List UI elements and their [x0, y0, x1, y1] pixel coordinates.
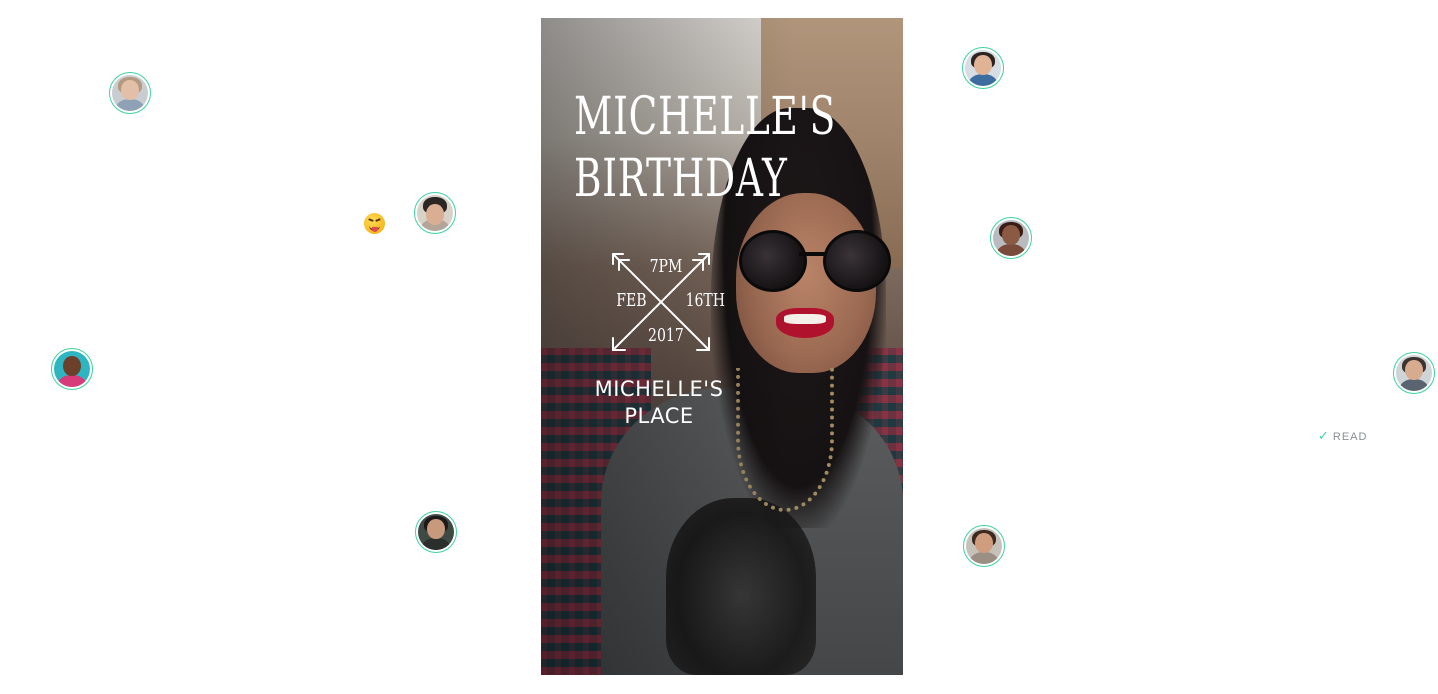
- avatar-photo: [417, 195, 453, 231]
- viewer-avatar[interactable]: [963, 525, 1005, 567]
- viewer-avatar[interactable]: [51, 348, 93, 390]
- story-viewers-stage: MICHELLE'S BIRTHDAY 7PM FEB 16TH 2017 MI…: [0, 0, 1438, 694]
- emoji-eye-right: [375, 218, 382, 225]
- avatar-photo: [966, 528, 1002, 564]
- read-status-label: READ: [1332, 431, 1368, 443]
- viewer-avatar[interactable]: [1393, 352, 1435, 394]
- avatar-body: [969, 552, 999, 564]
- checkmark-icon: ✓: [1318, 428, 1330, 443]
- story-title: MICHELLE'S BIRTHDAY: [574, 86, 836, 210]
- avatar-head: [974, 55, 992, 76]
- avatar-body: [1399, 379, 1429, 391]
- emoji-eye-left: [367, 218, 374, 225]
- event-place-line-2: PLACE: [624, 404, 694, 428]
- avatar-head: [975, 533, 993, 554]
- story-title-line-1: MICHELLE'S: [574, 87, 836, 147]
- avatar-photo: [54, 351, 90, 387]
- event-year: 2017: [648, 325, 684, 346]
- viewer-avatar[interactable]: [109, 72, 151, 114]
- emoji-tongue: [372, 227, 378, 232]
- avatar-head: [427, 519, 445, 540]
- avatar-photo: [1396, 355, 1432, 391]
- viewer-avatar[interactable]: [414, 192, 456, 234]
- story-card[interactable]: MICHELLE'S BIRTHDAY 7PM FEB 16TH 2017 MI…: [541, 18, 903, 675]
- avatar-photo: [418, 514, 454, 550]
- event-place-line-1: MICHELLE'S: [594, 377, 724, 401]
- avatar-head: [426, 204, 444, 225]
- avatar-body: [57, 375, 87, 387]
- event-month: FEB: [616, 290, 647, 311]
- event-place: MICHELLE'S PLACE: [569, 376, 749, 430]
- event-day: 16TH: [685, 290, 726, 311]
- read-status: ✓ READ: [1318, 428, 1367, 444]
- avatar-photo: [112, 75, 148, 111]
- avatar-head: [121, 80, 139, 101]
- avatar-head: [63, 356, 81, 377]
- story-title-line-2: BIRTHDAY: [574, 149, 788, 209]
- avatar-body: [421, 538, 451, 550]
- avatar-photo: [965, 50, 1001, 86]
- viewer-avatar[interactable]: [962, 47, 1004, 89]
- viewer-avatar[interactable]: [990, 217, 1032, 259]
- avatar-body: [968, 74, 998, 86]
- avatar-body: [996, 244, 1026, 256]
- avatar-photo: [993, 220, 1029, 256]
- avatar-head: [1405, 360, 1423, 381]
- squinting-face-with-tongue-icon: [364, 213, 385, 234]
- event-time: 7PM: [649, 256, 683, 277]
- viewer-avatar[interactable]: [415, 511, 457, 553]
- avatar-head: [1002, 225, 1020, 246]
- avatar-body: [115, 99, 145, 111]
